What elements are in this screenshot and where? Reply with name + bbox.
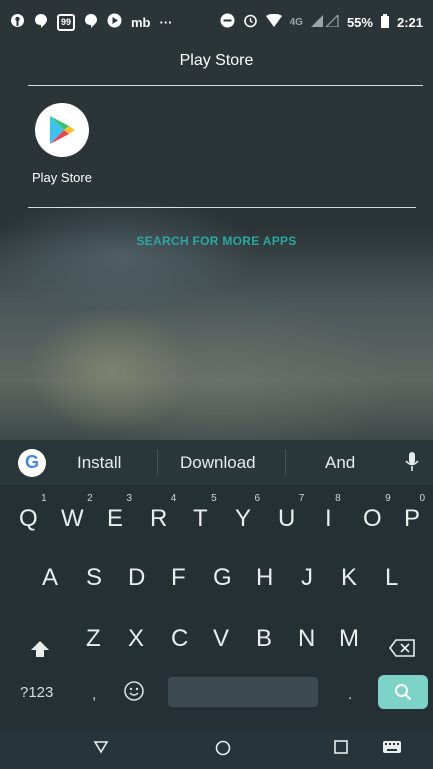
- divider: [285, 450, 286, 475]
- key-f[interactable]: F: [171, 564, 186, 592]
- key-j[interactable]: J: [301, 564, 313, 592]
- key-h[interactable]: H: [256, 564, 273, 592]
- space-bar[interactable]: [168, 677, 318, 707]
- search-key[interactable]: [378, 675, 428, 709]
- notification-icon: [10, 13, 25, 31]
- suggestion-3[interactable]: And: [325, 453, 355, 473]
- key-a[interactable]: A: [42, 564, 58, 592]
- search-more-apps-button[interactable]: SEARCH FOR MORE APPS: [0, 234, 433, 248]
- search-input[interactable]: Play Store: [0, 52, 433, 70]
- navigation-bar: [0, 729, 433, 769]
- key-v[interactable]: V: [213, 625, 229, 653]
- emoji-icon[interactable]: [123, 680, 145, 707]
- play-store-icon: [35, 103, 89, 157]
- key-e[interactable]: E3: [107, 493, 132, 533]
- key-u[interactable]: U7: [278, 493, 304, 533]
- mb-label: mb: [131, 14, 151, 30]
- back-icon[interactable]: [93, 739, 109, 760]
- more-notifications-icon: ···: [159, 14, 173, 30]
- keyboard-switch-icon[interactable]: [382, 739, 402, 760]
- wifi-icon: [265, 13, 282, 30]
- battery-percent: 55%: [346, 14, 373, 30]
- key-x[interactable]: X: [128, 625, 144, 653]
- hangouts-icon: [84, 13, 98, 32]
- results-divider: [28, 207, 416, 208]
- key-p[interactable]: P0: [404, 493, 425, 533]
- backspace-icon[interactable]: [389, 639, 415, 662]
- divider: [157, 450, 158, 475]
- key-t[interactable]: T5: [193, 493, 217, 533]
- key-q[interactable]: Q1: [19, 493, 47, 533]
- search-underline: [28, 85, 423, 86]
- key-b[interactable]: B: [256, 625, 272, 653]
- key-o[interactable]: O9: [363, 493, 391, 533]
- suggestion-2[interactable]: Download: [180, 453, 256, 473]
- key-g[interactable]: G: [213, 564, 232, 592]
- hangouts-icon: [34, 13, 48, 32]
- key-k[interactable]: K: [341, 564, 357, 592]
- key-l[interactable]: L: [385, 564, 398, 592]
- keyboard: G Install Download And Q1 W2 E3 R4 T5 Y6…: [0, 440, 433, 729]
- battery-icon: [380, 13, 389, 31]
- recents-icon[interactable]: [333, 739, 349, 760]
- key-z[interactable]: Z: [86, 625, 101, 653]
- suggestion-1[interactable]: Install: [77, 453, 121, 473]
- app-result-play-store[interactable]: Play Store: [22, 103, 102, 185]
- alarm-icon: [243, 13, 258, 31]
- shift-key-icon[interactable]: [30, 639, 50, 664]
- google-icon[interactable]: G: [18, 448, 46, 477]
- key-d[interactable]: D: [128, 564, 145, 592]
- clock: 2:21: [396, 14, 423, 30]
- key-m[interactable]: M: [339, 625, 359, 653]
- app-label: Play Store: [32, 170, 92, 185]
- key-c[interactable]: C: [171, 625, 188, 653]
- home-icon[interactable]: [214, 739, 232, 762]
- key-y[interactable]: Y6: [235, 493, 260, 533]
- period-key[interactable]: .: [348, 686, 352, 703]
- network-type-label: 4G: [289, 16, 303, 28]
- search-icon: [395, 684, 412, 701]
- key-n[interactable]: N: [298, 625, 315, 653]
- key-w[interactable]: W2: [61, 493, 93, 533]
- key-i[interactable]: I8: [325, 493, 341, 533]
- key-r[interactable]: R4: [150, 493, 176, 533]
- play-icon: [107, 13, 122, 31]
- status-bar: 99 mb ··· 4G 55% 2:21: [0, 0, 433, 44]
- microphone-icon[interactable]: [405, 451, 419, 478]
- do-not-disturb-icon: [220, 13, 235, 31]
- key-s[interactable]: S: [86, 564, 102, 592]
- comma-key[interactable]: ,: [92, 686, 96, 703]
- badge-icon: 99: [57, 13, 75, 31]
- signal-icon: [310, 13, 339, 30]
- symbols-key[interactable]: ?123: [20, 684, 53, 701]
